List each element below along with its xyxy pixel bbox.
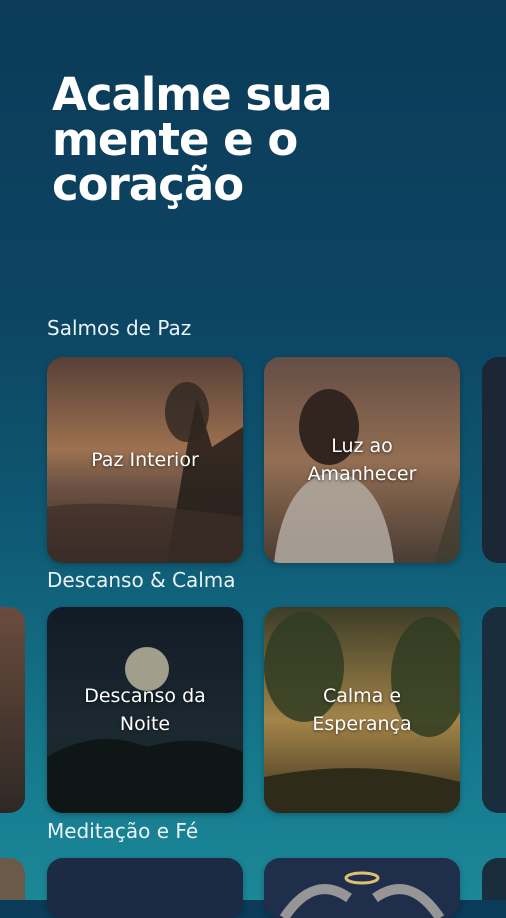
section-title-descanso-calma: Descanso & Calma bbox=[47, 568, 236, 592]
card-label: Paz Interior bbox=[91, 449, 199, 471]
card-label: Calma e Esperança bbox=[312, 685, 412, 735]
page-title: Acalme sua mente e o coração bbox=[52, 68, 333, 211]
card-descanso-da-noite[interactable]: Descanso da Noite bbox=[47, 607, 243, 813]
card-meditacao-2[interactable] bbox=[264, 858, 460, 918]
card-label: Descanso da Noite bbox=[84, 685, 206, 735]
card-calma-e-esperanca[interactable]: Calma e Esperança bbox=[264, 607, 460, 813]
card-peek-next[interactable] bbox=[482, 607, 506, 813]
card-peek-prev[interactable] bbox=[0, 607, 25, 813]
carousel-salmos-de-paz[interactable]: Paz Interior Luz ao Amanhecer bbox=[0, 357, 506, 563]
crescent-moon-image bbox=[88, 876, 102, 904]
section-title-meditacao-e-fe: Meditação e Fé bbox=[47, 819, 199, 843]
card-luz-ao-amanhecer[interactable]: Luz ao Amanhecer bbox=[264, 357, 460, 563]
carousel-descanso-calma[interactable]: Descanso da Noite Calma e Esperança bbox=[0, 607, 506, 813]
card-peek-next[interactable] bbox=[482, 858, 506, 900]
section-title-salmos-de-paz: Salmos de Paz bbox=[47, 316, 192, 340]
card-paz-interior[interactable]: Paz Interior bbox=[47, 357, 243, 563]
card-peek-next[interactable] bbox=[482, 357, 506, 563]
angel-image bbox=[279, 871, 445, 918]
carousel-meditacao-e-fe[interactable] bbox=[0, 858, 506, 918]
card-meditacao-1[interactable] bbox=[47, 858, 243, 918]
card-label: Luz ao Amanhecer bbox=[307, 435, 417, 485]
card-peek-prev[interactable] bbox=[0, 858, 25, 900]
